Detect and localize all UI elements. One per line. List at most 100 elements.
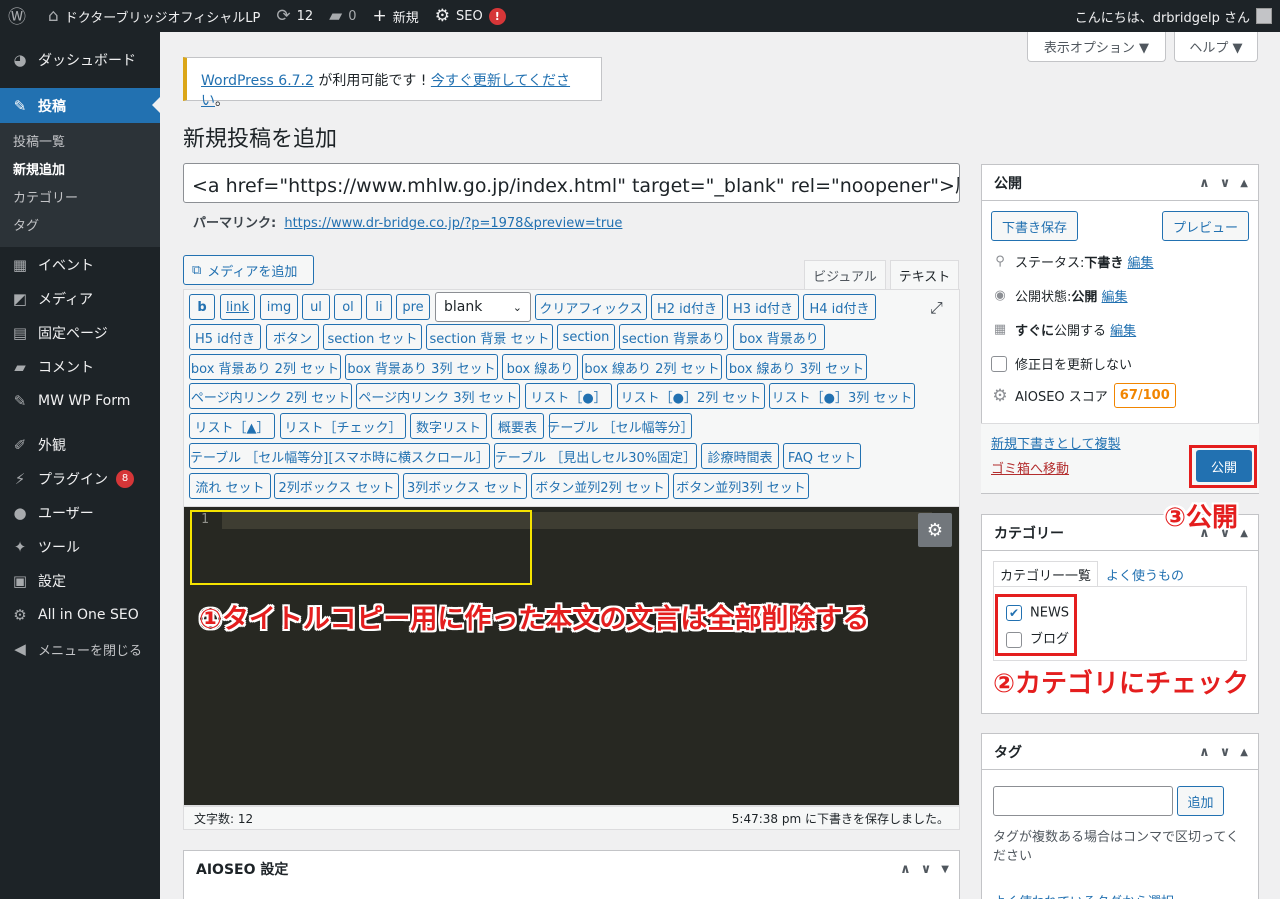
fullscreen-icon[interactable]: ⤢	[930, 298, 943, 318]
editor-settings-button[interactable]: ⚙	[918, 513, 952, 547]
sidebar-item-aioseo[interactable]: ⚙ All in One SEO	[0, 598, 160, 632]
quicktag-button[interactable]: FAQ セット	[783, 443, 861, 469]
edit-status-link[interactable]: 編集	[1128, 252, 1154, 271]
quicktag-button[interactable]: li	[366, 294, 392, 320]
toggle-icon[interactable]: ▲	[1240, 178, 1248, 189]
quicktag-button[interactable]: 数字リスト	[410, 413, 487, 439]
quicktag-button[interactable]: ul	[302, 294, 330, 320]
quicktag-button[interactable]: 2列ボックス セット	[274, 473, 399, 499]
quicktag-button[interactable]: リスト［▲］	[189, 413, 275, 439]
quicktag-button[interactable]: 診療時間表	[701, 443, 779, 469]
quicktag-button[interactable]: ボタン	[266, 324, 319, 350]
chevron-down-icon[interactable]: ∨	[921, 862, 932, 877]
tag-input[interactable]	[993, 786, 1173, 816]
submenu-item-categories[interactable]: カテゴリー	[0, 185, 160, 213]
class-select[interactable]: blank ⌄	[435, 292, 531, 322]
quicktag-button[interactable]: b	[189, 294, 215, 320]
sidebar-item-appearance[interactable]: ✐ 外観	[0, 428, 160, 462]
quicktag-button[interactable]: H2 id付き	[651, 294, 723, 320]
screen-options-button[interactable]: 表示オプション ▼	[1027, 32, 1166, 62]
permalink-url[interactable]: https://www.dr-bridge.co.jp/?p=1978&prev…	[284, 216, 622, 231]
update-date-checkbox[interactable]	[991, 355, 1007, 372]
quicktag-button[interactable]: 流れ セット	[189, 473, 271, 499]
sidebar-item-comments[interactable]: ▰ コメント	[0, 350, 160, 384]
duplicate-draft-link[interactable]: 新規下書きとして複製	[991, 433, 1121, 452]
new-content-menu[interactable]: + 新規	[364, 0, 426, 32]
quicktag-button[interactable]: pre	[396, 294, 430, 320]
tab-all-categories[interactable]: カテゴリー一覧	[993, 561, 1099, 587]
sidebar-item-users[interactable]: ● ユーザー	[0, 496, 160, 530]
move-to-trash-link[interactable]: ゴミ箱へ移動	[991, 458, 1069, 477]
quicktag-button[interactable]: box 線あり	[502, 354, 578, 380]
submenu-item-tags[interactable]: タグ	[0, 213, 160, 241]
sidebar-item-mw-wp-form[interactable]: ✎ MW WP Form	[0, 384, 160, 418]
sidebar-item-tools[interactable]: ✦ ツール	[0, 530, 160, 564]
quicktag-button[interactable]: H3 id付き	[727, 294, 799, 320]
wp-version-link[interactable]: WordPress 6.7.2	[201, 73, 314, 89]
quicktag-button[interactable]: box 線あり 2列 セット	[582, 354, 722, 380]
sidebar-item-events[interactable]: ▦ イベント	[0, 248, 160, 282]
tab-visual[interactable]: ビジュアル	[804, 260, 886, 290]
post-title-input[interactable]: <a href="https://www.mhlw.go.jp/index.ht…	[183, 163, 960, 203]
quicktag-button[interactable]: クリアフィックス	[535, 294, 647, 320]
sidebar-item-media[interactable]: ◩ メディア	[0, 282, 160, 316]
toggle-icon[interactable]: ▼	[941, 864, 949, 875]
my-account-menu[interactable]: こんにちは、drbridgelp さん	[1067, 0, 1280, 32]
tab-text[interactable]: テキスト	[890, 260, 959, 290]
quicktag-button[interactable]: 概要表	[491, 413, 544, 439]
sidebar-item-plugins[interactable]: ⚡ プラグイン 8	[0, 462, 160, 496]
quicktag-button[interactable]: リスト［●］	[525, 383, 612, 409]
quicktag-button[interactable]: テーブル ［セル幅等分］	[547, 413, 694, 439]
update-date-row[interactable]: 修正日を更新しない	[991, 354, 1132, 373]
quicktag-button[interactable]: section 背景 セット	[426, 324, 553, 350]
toggle-icon[interactable]: ▲	[1240, 528, 1248, 539]
quicktag-button[interactable]: H4 id付き	[803, 294, 876, 320]
sidebar-collapse-menu[interactable]: ◀ メニューを閉じる	[0, 632, 160, 666]
tab-most-used[interactable]: よく使うもの	[1100, 561, 1190, 587]
quicktag-button[interactable]: ボタン並列3列 セット	[673, 473, 809, 499]
wp-logo-menu[interactable]: Ⓦ	[0, 0, 40, 32]
quicktag-button[interactable]: ボタン並列2列 セット	[531, 473, 669, 499]
sidebar-item-posts[interactable]: ✎ 投稿	[0, 88, 160, 123]
popular-tags-link[interactable]: よく使われているタグから選択	[993, 891, 1174, 899]
save-draft-button[interactable]: 下書き保存	[991, 211, 1078, 241]
help-button[interactable]: ヘルプ ▼	[1174, 32, 1258, 62]
edit-schedule-link[interactable]: 編集	[1110, 320, 1136, 339]
toggle-icon[interactable]: ▲	[1240, 747, 1248, 758]
quicktag-button[interactable]: リスト［チェック］	[280, 413, 406, 439]
aioseo-score-badge[interactable]: 67/100	[1113, 383, 1176, 408]
quicktag-button[interactable]: section	[557, 324, 615, 350]
quicktag-button[interactable]: link	[220, 294, 255, 320]
quicktag-button[interactable]: box 背景あり 2列 セット	[189, 354, 341, 380]
chevron-down-icon[interactable]: ∨	[1220, 745, 1231, 760]
quicktag-button[interactable]: box 背景あり	[733, 324, 825, 350]
quicktag-button[interactable]: ol	[334, 294, 362, 320]
quicktag-button[interactable]: テーブル ［見出しセル30%固定］	[494, 443, 697, 469]
publish-box-header[interactable]: 公開 ∧ ∨ ▲	[982, 165, 1258, 201]
edit-visibility-link[interactable]: 編集	[1102, 286, 1128, 305]
quicktag-button[interactable]: H5 id付き	[189, 324, 261, 350]
quicktag-button[interactable]: section セット	[323, 324, 422, 350]
quicktag-button[interactable]: ページ内リンク 2列 セット	[189, 383, 352, 409]
quicktag-button[interactable]: box 背景あり 3列 セット	[345, 354, 498, 380]
submenu-item-add-new[interactable]: 新規追加	[0, 157, 160, 185]
chevron-down-icon[interactable]: ∨	[1220, 176, 1231, 191]
quicktag-button[interactable]: リスト［●］2列 セット	[617, 383, 765, 409]
chevron-up-icon[interactable]: ∧	[900, 862, 911, 877]
site-name-menu[interactable]: ⌂ ドクターブリッジオフィシャルLP	[40, 0, 268, 32]
sidebar-item-settings[interactable]: ▣ 設定	[0, 564, 160, 598]
aioseo-box-header[interactable]: AIOSEO 設定 ∧ ∨ ▼	[184, 851, 959, 887]
quicktag-button[interactable]: テーブル ［セル幅等分][スマホ時に横スクロール］	[189, 443, 490, 469]
chevron-up-icon[interactable]: ∧	[1199, 176, 1210, 191]
quicktag-button[interactable]: img	[260, 294, 298, 320]
sidebar-item-pages[interactable]: ▤ 固定ページ	[0, 316, 160, 350]
comments-menu[interactable]: ▰ 0	[321, 0, 364, 32]
updates-menu[interactable]: ⟳ 12	[268, 0, 321, 32]
seo-menu[interactable]: ⚙ SEO!	[427, 0, 514, 32]
tag-box-header[interactable]: タグ ∧ ∨ ▲	[982, 734, 1258, 770]
submenu-item-all-posts[interactable]: 投稿一覧	[0, 129, 160, 157]
quicktag-button[interactable]: ページ内リンク 3列 セット	[356, 383, 520, 409]
add-media-button[interactable]: ⧉ メディアを追加	[183, 255, 314, 285]
quicktag-button[interactable]: 3列ボックス セット	[403, 473, 527, 499]
quicktag-button[interactable]: box 線あり 3列 セット	[726, 354, 867, 380]
